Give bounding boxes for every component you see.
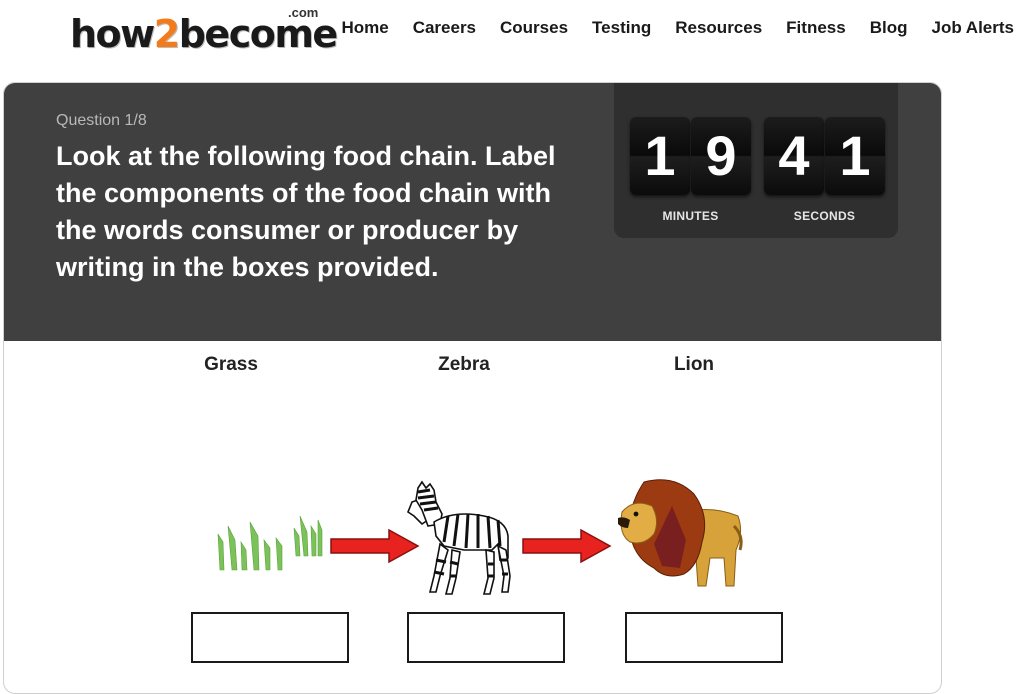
answer-input-zebra[interactable] xyxy=(407,612,565,663)
nav-home[interactable]: Home xyxy=(341,18,388,38)
question-counter: Question 1/8 xyxy=(56,112,147,129)
nav-courses[interactable]: Courses xyxy=(500,18,568,38)
timer-seconds-label: SECONDS xyxy=(793,209,856,223)
answer-input-grass[interactable] xyxy=(191,612,349,663)
question-header: Question 1/8 Look at the following food … xyxy=(4,83,941,341)
timer-digit: 4 xyxy=(764,117,824,195)
quiz-card: Question 1/8 Look at the following food … xyxy=(3,82,942,694)
nav-careers[interactable]: Careers xyxy=(413,18,476,38)
grass-icon xyxy=(217,515,323,571)
timer-minutes-label: MINUTES xyxy=(662,209,719,223)
timer-digit: 1 xyxy=(630,117,690,195)
lion-icon xyxy=(618,479,743,587)
zebra-icon xyxy=(407,480,511,595)
label-zebra: Zebra xyxy=(438,354,490,375)
timer-digit: 9 xyxy=(691,117,751,195)
nav-blog[interactable]: Blog xyxy=(870,18,908,38)
label-lion: Lion xyxy=(673,354,715,375)
logo-wordmark: how2become xyxy=(70,12,338,56)
site-header: .com how2become Home Careers Courses Tes… xyxy=(0,0,1024,60)
timer-digit: 1 xyxy=(825,117,885,195)
question-text: Look at the following food chain. Label … xyxy=(56,141,556,282)
nav-resources[interactable]: Resources xyxy=(675,18,762,38)
nav-testing[interactable]: Testing xyxy=(592,18,651,38)
label-grass: Grass xyxy=(204,354,258,375)
arrow-right-icon xyxy=(522,528,612,564)
answer-input-lion[interactable] xyxy=(625,612,783,663)
nav-job-alerts[interactable]: Job Alerts xyxy=(931,18,1014,38)
countdown-timer: 1 9 4 1 MINUTES SECONDS xyxy=(614,83,898,238)
nav-fitness[interactable]: Fitness xyxy=(786,18,846,38)
timer-minutes: 1 9 xyxy=(630,117,752,195)
site-logo[interactable]: .com how2become xyxy=(70,4,338,56)
main-nav: Home Careers Courses Testing Resources F… xyxy=(317,18,1014,38)
timer-seconds: 4 1 xyxy=(764,117,886,195)
